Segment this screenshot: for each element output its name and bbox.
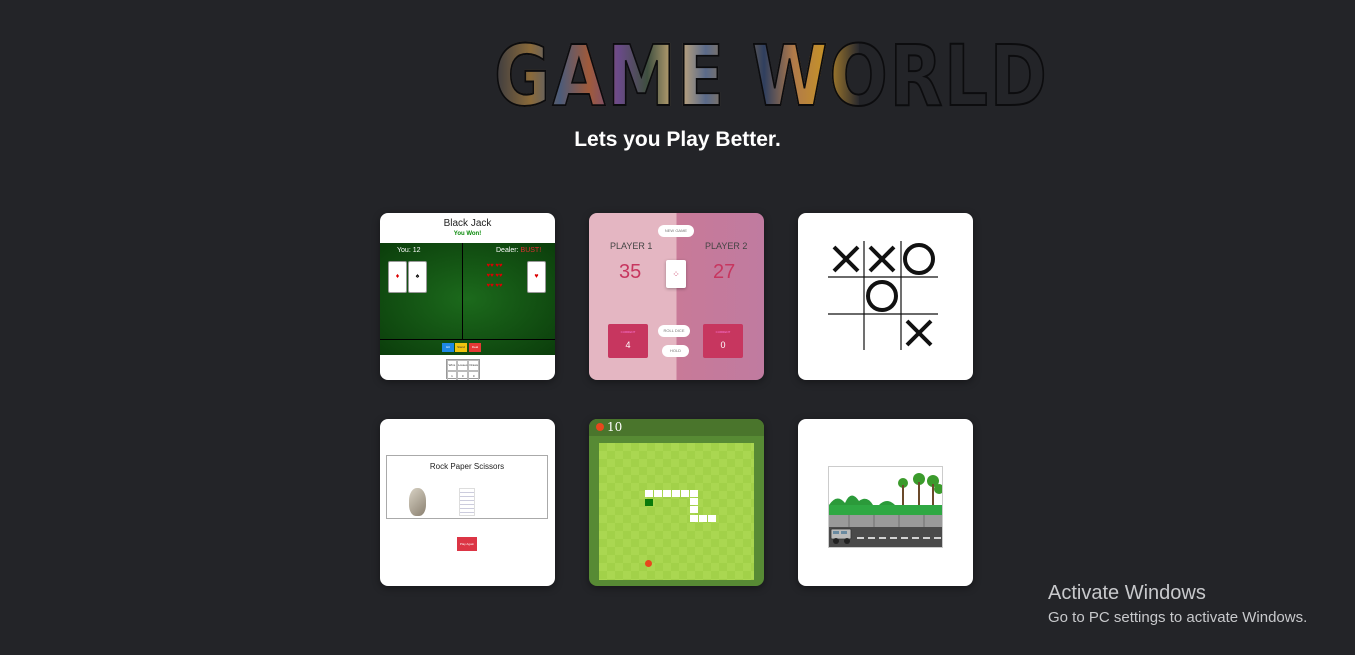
blackjack-game-card[interactable]: Black Jack You Won! You: 12 Dealer: BUST… [380,213,555,380]
playing-card: ♥ [527,261,546,293]
o-mark [903,243,935,275]
snake-board [599,443,754,580]
player1-name: PLAYER 1 [610,241,653,251]
hit-button[interactable]: Hit [442,343,454,352]
apple-food-icon [645,560,652,567]
blackjack-controls [380,339,555,355]
player2-current: 0 [720,340,726,350]
paper-icon[interactable] [459,488,475,516]
snake-segment [708,515,716,522]
deal-button[interactable]: Deal [469,343,481,352]
snake-segment [654,490,662,497]
rps-panel: Rock Paper Scissors ✌ [386,455,548,519]
dice-icon: ⁘ [666,260,686,288]
apple-icon [596,423,604,431]
watermark-subtitle: Go to PC settings to activate Windows. [1048,609,1308,626]
snake-segment [690,506,698,513]
table-divider [462,243,463,339]
tictactoe-game-card[interactable] [798,213,973,380]
snake-segment [672,490,680,497]
pig-dice-game-card[interactable]: NEW GAME PLAYER 1 PLAYER 2 35 27 ⁘ CURRE… [589,213,764,380]
rps-game-card[interactable]: Rock Paper Scissors ✌ Play Again [380,419,555,586]
snake-game-card[interactable]: 10 [589,419,764,586]
stats-table: Wins Losses Draws 1 0 0 [446,359,480,380]
watermark-title: Activate Windows [1048,582,1206,604]
play-again-button[interactable]: Play Again [457,537,477,551]
player1-score: 35 [619,261,642,283]
car-game-card[interactable] [798,419,973,586]
dealer-status: BUST! [520,247,542,254]
car-scene-art [829,467,942,547]
player2-name: PLAYER 2 [705,241,748,251]
player-total: You: 12 [397,247,421,254]
snake-segment [663,490,671,497]
snake-segment [681,490,689,497]
activate-windows-watermark: Activate Windows Go to PC settings to ac… [1048,582,1307,626]
snake-segment [690,498,698,505]
player1-current-box: CURRENT 4 [608,324,648,358]
snake-head [645,499,653,506]
game-world-logo: GAME WORLD [493,27,1049,125]
snake-segment [645,490,653,497]
player2-current-box: CURRENT 0 [703,324,743,358]
blackjack-title: Black Jack [443,218,492,229]
player2-score: 27 [713,261,736,283]
snake-segment [690,490,698,497]
roll-dice-button[interactable]: ROLL DICE [658,325,690,337]
playing-card: ♠ [408,261,427,293]
tagline: Lets you Play Better. [574,128,781,151]
snake-segment [699,515,707,522]
player1-current: 4 [625,340,631,350]
o-mark [866,280,898,312]
snake-header: 10 [589,419,764,436]
blackjack-result: You Won! [453,231,482,237]
dealer-label: Dealer: BUST! [496,247,542,254]
dealer-hand: ♥♥ ♥♥ ♥♥ ♥♥ ♥♥ ♥♥ [486,263,503,289]
playing-card: ♦ [388,261,407,293]
new-game-button[interactable]: NEW GAME [658,225,694,237]
blackjack-table: You: 12 Dealer: BUST! ♦ ♠ ♥♥ ♥♥ ♥♥ ♥♥ ♥♥ ♥… [380,243,555,355]
snake-segment [690,515,698,522]
tictactoe-board [828,241,938,350]
scissors-icon[interactable]: ✌ [512,488,527,509]
snake-score: 10 [607,420,623,434]
rock-icon[interactable] [409,488,426,516]
rps-title: Rock Paper Scissors [429,462,505,471]
hold-button[interactable]: HOLD [662,345,689,357]
car-scene [828,466,943,548]
stand-button[interactable]: Stand [455,343,467,352]
